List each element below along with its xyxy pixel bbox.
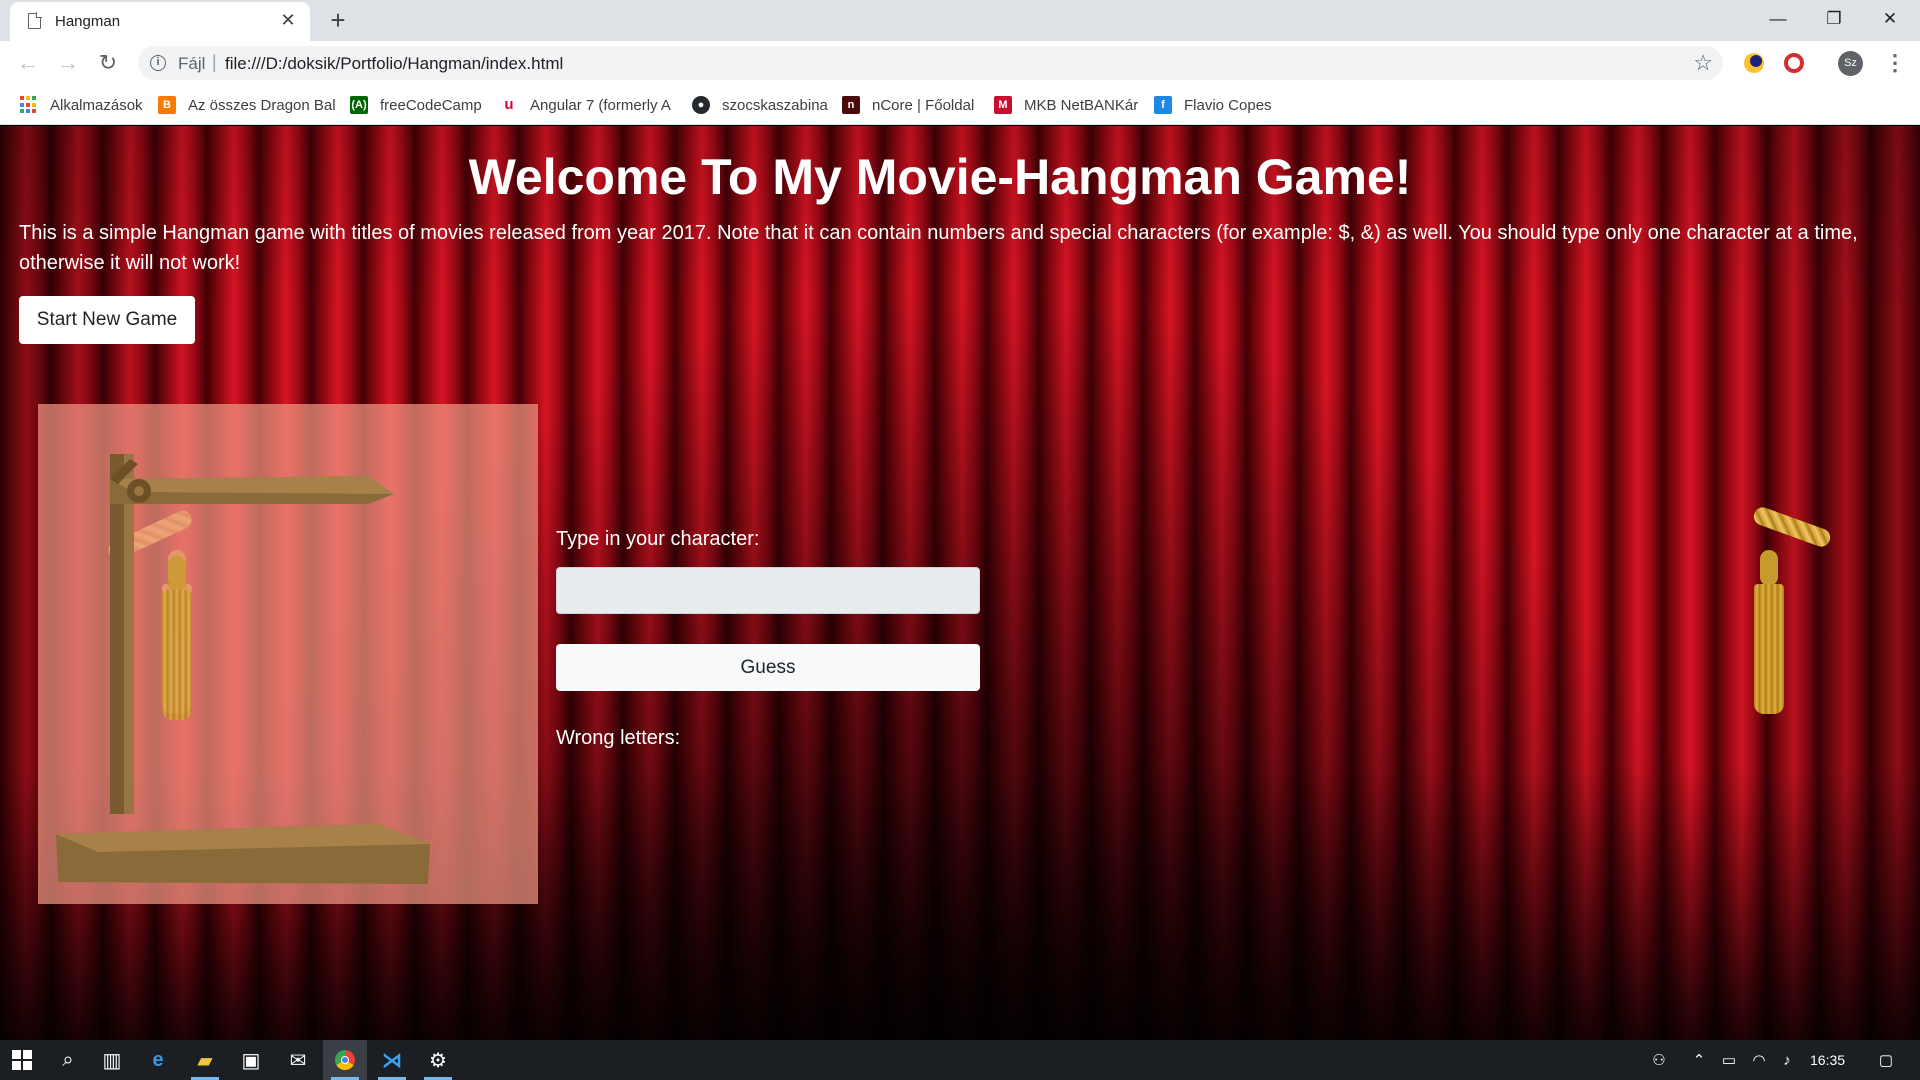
bookmark-dragon-ball[interactable]: B Az összes Dragon Bal: [158, 94, 336, 116]
forward-icon[interactable]: →: [53, 48, 83, 78]
chrome-icon[interactable]: [323, 1040, 367, 1080]
new-tab-icon[interactable]: +: [324, 6, 352, 34]
tab-close-icon[interactable]: ✕: [278, 10, 298, 30]
browser-toolbar: ← → ↻ i Fájl | file:///D:/doksik/Portfol…: [0, 41, 1920, 85]
document-icon: [28, 12, 42, 29]
tassel-through-box: [162, 556, 192, 726]
adblock-extension-icon[interactable]: [1784, 53, 1804, 73]
reload-icon[interactable]: ↻: [93, 48, 123, 78]
chevron-up-icon[interactable]: ⌃: [1684, 1040, 1714, 1080]
page-viewport: Welcome To My Movie-Hangman Game! This i…: [0, 126, 1920, 1042]
window-close-icon[interactable]: ✕: [1870, 4, 1910, 34]
people-icon[interactable]: ⚇: [1642, 1040, 1676, 1080]
app-icon[interactable]: ⚙: [416, 1040, 460, 1080]
bookmark-ncore[interactable]: n nCore | Főoldal: [842, 94, 974, 116]
url-text[interactable]: file:///D:/doksik/Portfolio/Hangman/inde…: [225, 54, 563, 74]
start-new-game-button[interactable]: Start New Game: [19, 296, 195, 344]
bookmark-label: Flavio Copes: [1184, 96, 1272, 114]
angular-icon: u: [504, 96, 514, 113]
bookmark-label: nCore | Főoldal: [872, 96, 975, 114]
menu-icon[interactable]: ⋮: [1884, 49, 1906, 77]
vscode-icon[interactable]: ⋊: [370, 1040, 414, 1080]
page-title: Welcome To My Movie-Hangman Game!: [468, 149, 1412, 205]
bookmark-flavio[interactable]: f Flavio Copes: [1154, 94, 1272, 116]
dark-reader-extension-icon[interactable]: [1744, 53, 1764, 73]
bookmark-label: szocskaszabina: [722, 96, 828, 114]
bookmark-label: freeCodeCamp: [380, 96, 482, 114]
browser-tabstrip: Hangman ✕ + — ❐ ✕: [0, 0, 1920, 41]
github-icon: ●: [692, 96, 710, 114]
mail-icon[interactable]: ✉: [276, 1040, 320, 1080]
tab-title: Hangman: [55, 13, 121, 30]
minimize-icon[interactable]: —: [1758, 4, 1798, 34]
mkb-icon: M: [994, 96, 1012, 114]
edge-icon[interactable]: e: [136, 1040, 180, 1080]
bookmark-label: MKB NetBANKár: [1024, 96, 1139, 114]
volume-icon[interactable]: ♪: [1772, 1040, 1802, 1080]
store-icon[interactable]: ▣: [229, 1040, 273, 1080]
bookmark-freecodecamp[interactable]: (A) freeCodeCamp: [350, 94, 482, 116]
apps-grid-icon: [20, 96, 38, 114]
action-center-icon[interactable]: ▢: [1866, 1040, 1906, 1080]
guess-button[interactable]: Guess: [556, 644, 980, 691]
task-view-icon[interactable]: ▥: [90, 1040, 134, 1080]
bookmark-label: Angular 7 (formerly A: [530, 96, 671, 114]
maximize-icon[interactable]: ❐: [1814, 4, 1854, 34]
flavio-icon: f: [1154, 96, 1172, 114]
profile-avatar[interactable]: Sz: [1838, 51, 1863, 76]
bookmark-label: Alkalmazások: [50, 96, 143, 114]
url-separator: |: [212, 52, 217, 72]
page-description: This is a simple Hangman game with title…: [19, 222, 1858, 274]
bookmark-star-icon[interactable]: ☆: [1693, 50, 1713, 76]
bookmark-label: Az összes Dragon Bal: [188, 96, 336, 114]
bookmarks-bar: Alkalmazások B Az összes Dragon Bal (A) …: [0, 85, 1920, 125]
back-icon[interactable]: ←: [13, 48, 43, 78]
url-scheme-label: Fájl: [178, 54, 206, 73]
bookmark-github[interactable]: ● szocskaszabina: [692, 94, 828, 116]
browser-tab[interactable]: Hangman ✕: [10, 2, 310, 41]
freecodecamp-icon: (A): [350, 96, 368, 114]
windows-taskbar: ⌕ ▥ e ▰ ▣ ✉ ⋊ ⚙ ⚇ ⌃ ▭ ◠ ♪ 16:35 ▢: [0, 1040, 1920, 1080]
info-icon[interactable]: i: [150, 55, 166, 71]
character-input[interactable]: [556, 567, 980, 614]
bookmark-angular[interactable]: u Angular 7 (formerly A: [500, 94, 671, 116]
wrong-letters-label: Wrong letters:: [556, 727, 681, 749]
bookmark-mkb[interactable]: M MKB NetBANKár: [994, 94, 1138, 116]
character-input-label: Type in your character:: [556, 528, 760, 550]
taskbar-clock[interactable]: 16:35: [1810, 1040, 1845, 1080]
hangman-image: [38, 404, 538, 904]
wifi-icon[interactable]: ◠: [1744, 1040, 1774, 1080]
file-explorer-icon[interactable]: ▰: [183, 1040, 227, 1080]
windows-start-icon[interactable]: [0, 1040, 44, 1080]
gallows-drawing: [56, 454, 430, 884]
battery-icon[interactable]: ▭: [1714, 1040, 1744, 1080]
blogger-icon: B: [158, 96, 176, 114]
tassel-right: [1754, 550, 1784, 720]
search-icon[interactable]: ⌕: [46, 1040, 90, 1080]
ncore-icon: n: [842, 96, 860, 114]
bookmark-apps[interactable]: Alkalmazások: [20, 94, 143, 116]
address-bar[interactable]: i Fájl | file:///D:/doksik/Portfolio/Han…: [138, 46, 1723, 80]
